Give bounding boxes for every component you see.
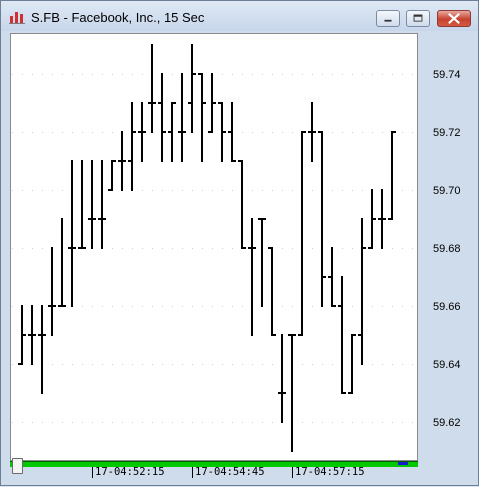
ohlc-bar: [48, 247, 56, 336]
time-tick-label: 17-04:52:15: [95, 466, 165, 478]
price-tick-label: 59.62: [433, 417, 461, 429]
price-tick-label: 59.74: [433, 69, 461, 81]
price-tick-label: 59.72: [433, 127, 461, 139]
ohlc-bar: [218, 102, 226, 162]
ohlc-bar: [18, 305, 26, 365]
ohlc-bar: [258, 218, 266, 307]
ohlc-bar: [168, 102, 176, 162]
ohlc-bar: [188, 44, 196, 133]
ohlc-bar: [208, 73, 216, 133]
ohlc-bar: [108, 160, 116, 191]
ohlc-bar: [118, 131, 126, 191]
ohlc-bar: [158, 73, 166, 162]
ohlc-bar: [38, 305, 46, 394]
ohlc-bar: [88, 160, 96, 249]
ohlc-bar: [198, 73, 206, 162]
ohlc-bar: [328, 247, 336, 307]
ohlc-bar: [228, 102, 236, 162]
price-chart: 59.74 59.72 59.70 59.68 59.66 59.64 59.6…: [12, 44, 461, 478]
ohlc-bar: [68, 160, 76, 307]
ohlc-bar: [278, 334, 286, 423]
ohlc-bar: [368, 189, 376, 249]
ohlc-bar: [318, 131, 326, 307]
scrollbar-thumb[interactable]: [12, 458, 23, 474]
ohlc-bar: [78, 160, 86, 249]
price-tick-label: 59.66: [433, 301, 461, 313]
ohlc-bar: [298, 131, 306, 336]
ohlc-bars: [18, 44, 396, 452]
ohlc-bar: [358, 218, 366, 365]
ohlc-bar: [248, 218, 256, 336]
ohlc-bar: [148, 44, 156, 133]
ohlc-bar: [288, 334, 296, 452]
ohlc-bar: [128, 102, 136, 191]
chart-window: S.FB - Facebook, Inc., 15 Sec 59.74 59.7…: [0, 0, 479, 486]
ohlc-bar: [238, 160, 246, 249]
ohlc-bar: [268, 247, 276, 336]
time-tick-label: 17-04:57:15: [295, 466, 365, 478]
ohlc-bar: [378, 189, 386, 249]
ohlc-bar: [178, 73, 186, 162]
time-scrollbar[interactable]: [10, 461, 418, 467]
price-axis: 59.74 59.72 59.70 59.68 59.66 59.64 59.6…: [433, 69, 461, 429]
ohlc-bar: [58, 218, 66, 307]
ohlc-bar: [388, 131, 396, 220]
time-tick-label: 17-04:54:45: [195, 466, 265, 478]
ohlc-bar: [348, 334, 356, 394]
price-tick-label: 59.68: [433, 243, 461, 255]
price-tick-label: 59.70: [433, 185, 461, 197]
ohlc-bar: [138, 102, 146, 162]
price-tick-label: 59.64: [433, 359, 461, 371]
ohlc-bar: [98, 160, 106, 249]
ohlc-bar: [338, 276, 346, 394]
scrollbar-end-marker: [398, 462, 408, 465]
ohlc-bar: [28, 305, 36, 365]
ohlc-bar: [308, 102, 316, 162]
